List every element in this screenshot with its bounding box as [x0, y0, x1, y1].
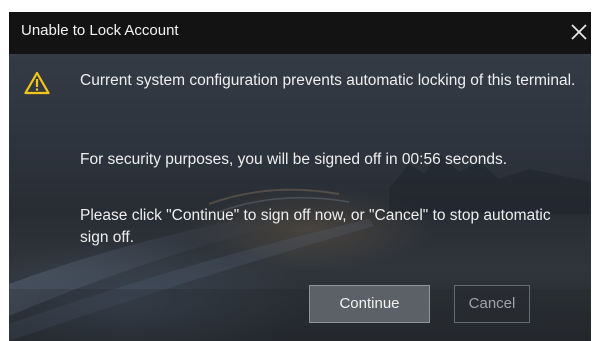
message-instructions: Please click "Continue" to sign off now,…: [80, 207, 551, 246]
close-icon[interactable]: [567, 18, 591, 44]
dialog-title: Unable to Lock Account: [21, 22, 179, 39]
warning-icon: [24, 71, 50, 95]
continue-button[interactable]: Continue: [309, 285, 430, 323]
dialog-body: Current system configuration prevents au…: [9, 54, 591, 341]
message-config: Current system configuration prevents au…: [80, 72, 576, 89]
lock-account-dialog: Unable to Lock Account Current system co…: [9, 12, 591, 341]
cancel-button[interactable]: Cancel: [454, 285, 530, 323]
dialog-titlebar: Unable to Lock Account: [9, 12, 591, 54]
message-countdown: For security purposes, you will be signe…: [80, 151, 508, 168]
